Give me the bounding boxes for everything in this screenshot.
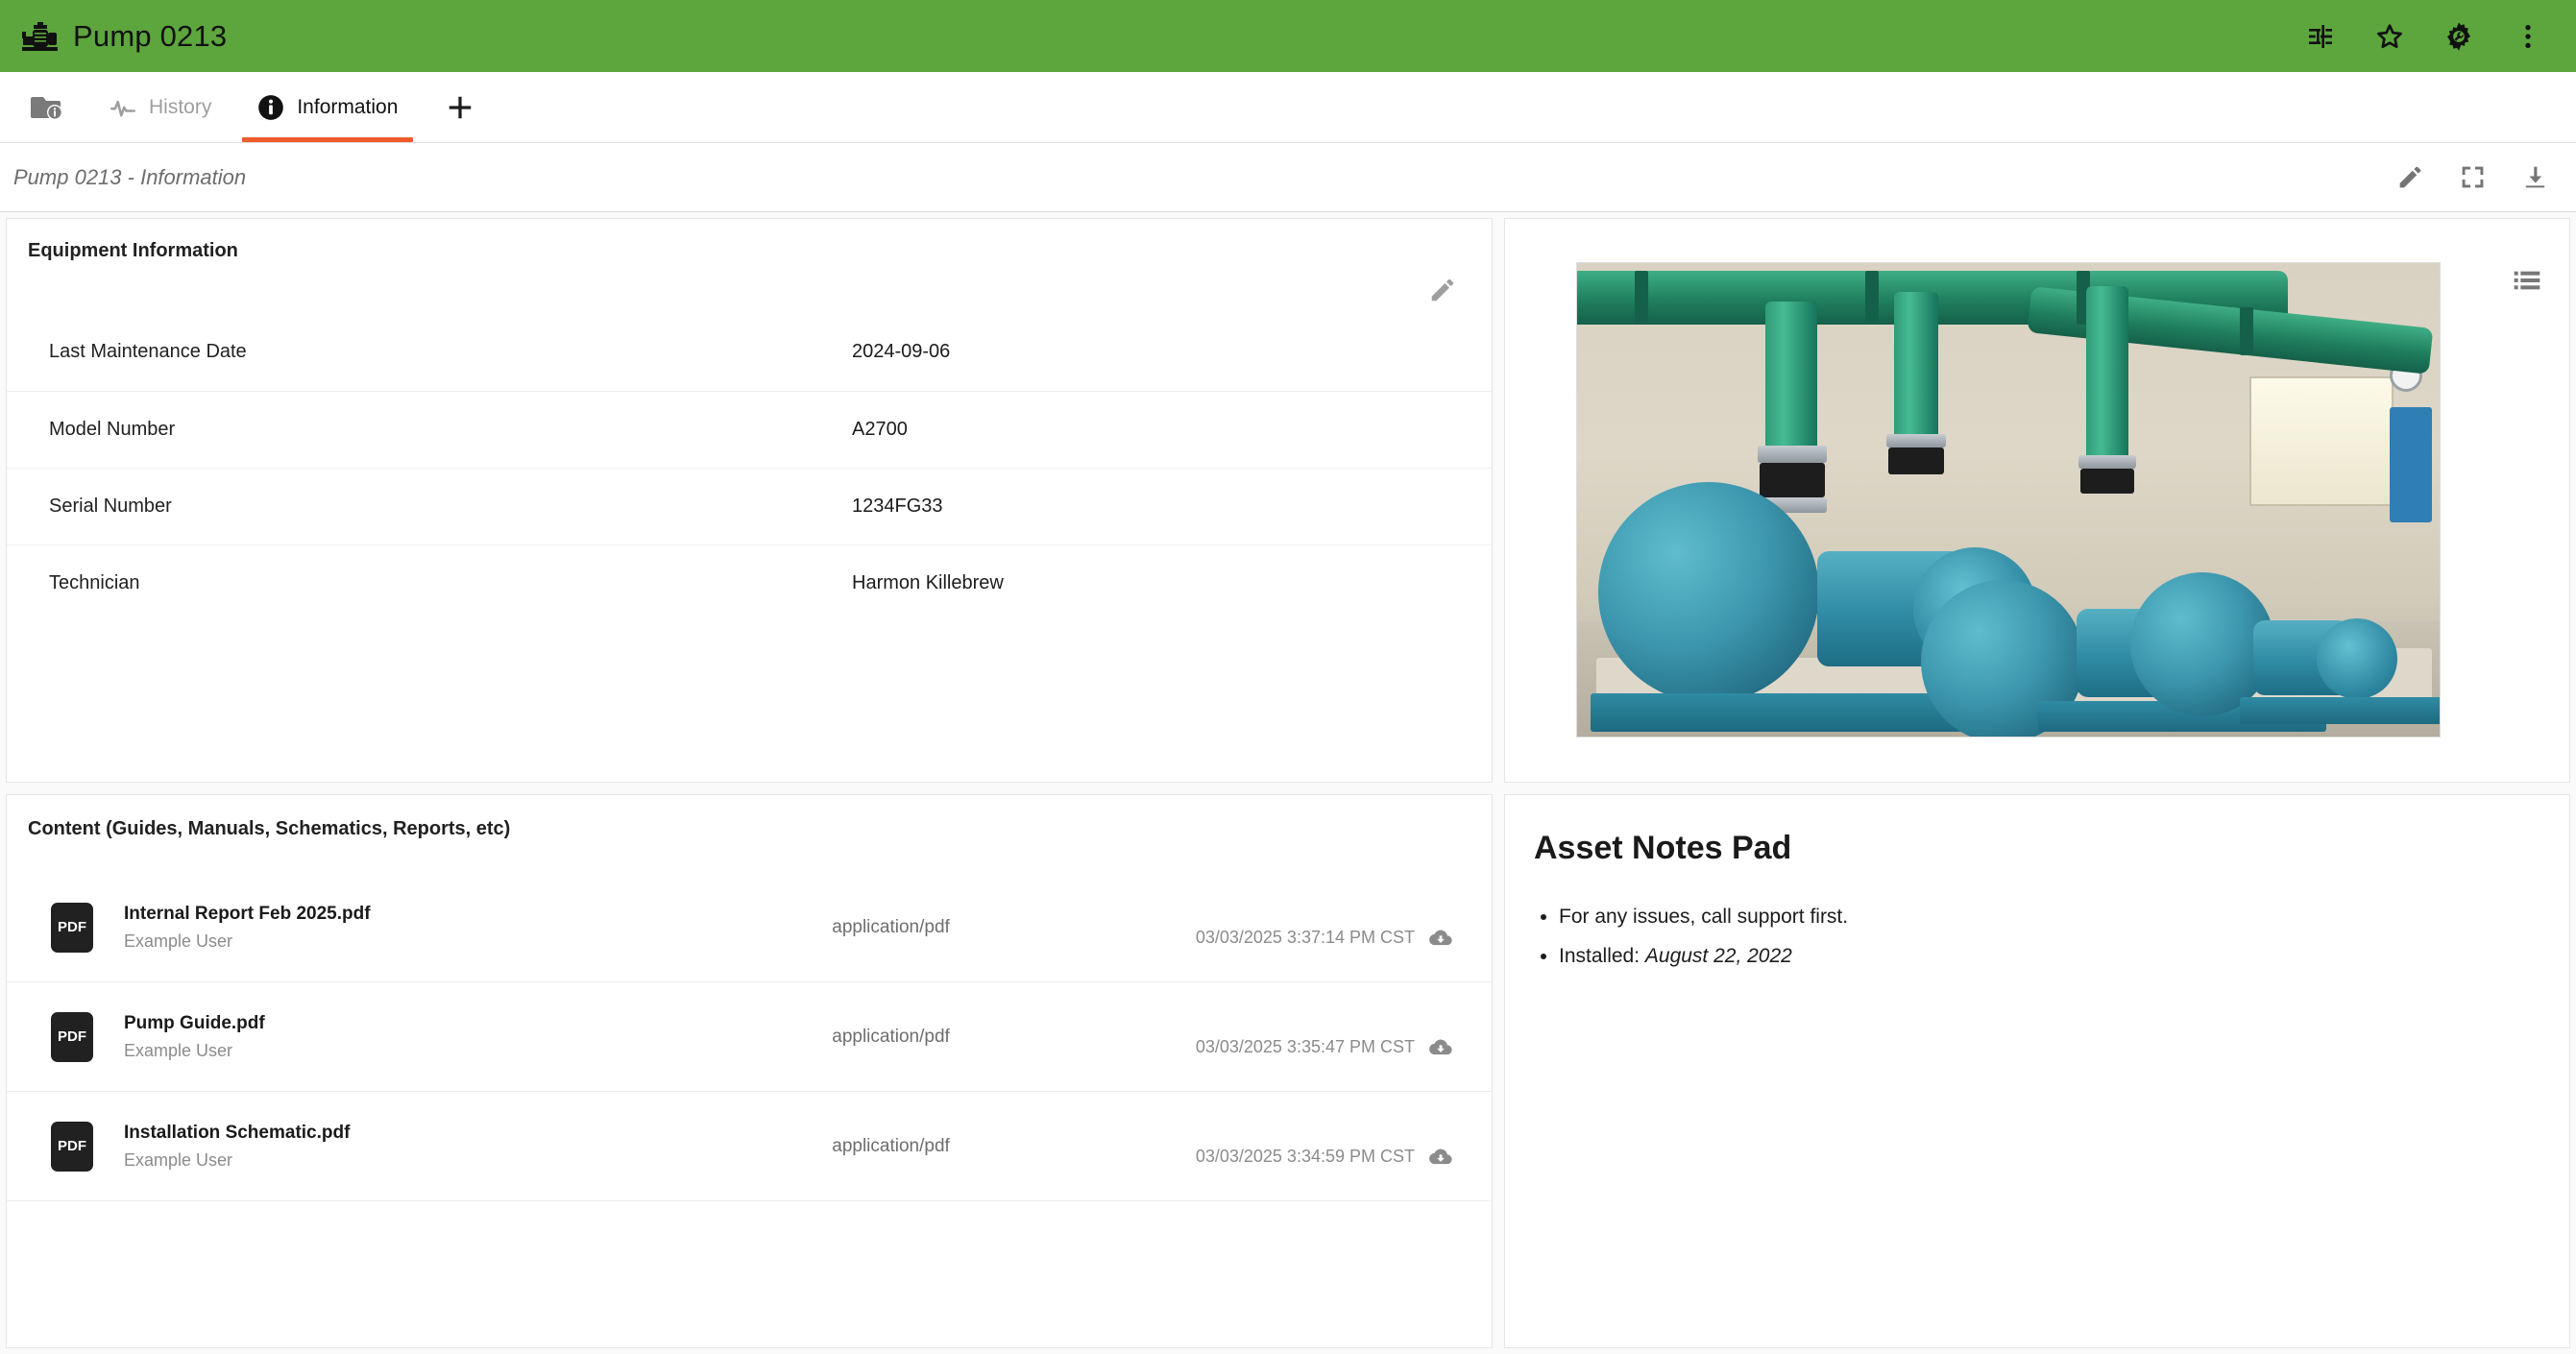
file-timestamp: 03/03/2025 3:37:14 PM CST: [1195, 928, 1415, 948]
field-value: Harmon Killebrew: [852, 571, 1004, 593]
pulse-icon: [110, 100, 135, 116]
cloud-download-icon[interactable]: [1428, 926, 1453, 951]
add-tab-button[interactable]: [421, 72, 499, 142]
file-name: Installation Schematic.pdf: [124, 1122, 351, 1143]
notes-list: For any issues, call support first. Inst…: [1559, 906, 2569, 966]
field-label: Model Number: [49, 418, 176, 440]
notes-title: Asset Notes Pad: [1534, 830, 1792, 867]
file-mime-type: application/pdf: [832, 916, 950, 937]
content-files-card: Content (Guides, Manuals, Schematics, Re…: [6, 794, 1493, 1348]
tab-history-label: History: [149, 95, 212, 118]
list-item[interactable]: PDF Internal Report Feb 2025.pdf Example…: [7, 873, 1492, 983]
table-row: Serial Number 1234FG33: [7, 468, 1492, 544]
tune-icon[interactable]: [2305, 21, 2336, 52]
download-icon[interactable]: [2521, 163, 2549, 191]
file-mime-type: application/pdf: [832, 1135, 950, 1156]
application-window: Pump 0213 History Information Pump 0213 …: [0, 0, 2576, 1354]
file-meta: Pump Guide.pdf Example User: [124, 1013, 832, 1061]
field-value: 1234FG33: [852, 495, 943, 517]
build-settings-icon[interactable]: [2443, 21, 2474, 52]
file-meta: Internal Report Feb 2025.pdf Example Use…: [124, 904, 832, 952]
list-item: Installed: August 22, 2022: [1559, 945, 2569, 967]
table-row: Technician Harmon Killebrew: [7, 544, 1492, 621]
table-row: Last Maintenance Date 2024-09-06: [7, 314, 1492, 391]
note-emphasis: August 22, 2022: [1644, 944, 1792, 967]
field-value: 2024-09-06: [852, 341, 951, 363]
asset-photo[interactable]: [1576, 262, 2441, 737]
app-title-group: Pump 0213: [21, 19, 227, 54]
equipment-edit-row: [7, 262, 1492, 314]
asset-image-card: [1504, 218, 2570, 784]
app-header-actions: [2305, 21, 2553, 52]
file-timestamp: 03/03/2025 3:34:59 PM CST: [1195, 1147, 1415, 1167]
breadcrumb: Pump 0213 - Information: [13, 164, 247, 189]
file-mime-type: application/pdf: [832, 1026, 950, 1047]
file-uploader: Example User: [124, 1149, 233, 1170]
list-item[interactable]: PDF Installation Schematic.pdf Example U…: [7, 1092, 1492, 1202]
star-icon[interactable]: [2374, 21, 2405, 52]
equipment-information-card: Equipment Information Last Maintenance D…: [6, 218, 1493, 784]
pdf-file-icon: PDF: [51, 1121, 93, 1172]
more-vert-icon[interactable]: [2513, 21, 2543, 52]
fullscreen-icon[interactable]: [2459, 163, 2487, 191]
folder-info-icon: [31, 96, 62, 120]
breadcrumb-bar: Pump 0213 - Information: [0, 143, 2576, 212]
file-uploader: Example User: [124, 1040, 233, 1060]
file-name: Internal Report Feb 2025.pdf: [124, 903, 371, 924]
file-uploader: Example User: [124, 931, 233, 951]
field-label: Technician: [49, 571, 140, 593]
info-circle-icon: [258, 94, 284, 120]
equipment-table: Last Maintenance Date 2024-09-06 Model N…: [7, 314, 1492, 621]
note-text: Installed:: [1559, 944, 1645, 967]
note-text: For any issues, call support first.: [1559, 906, 1849, 929]
field-label: Serial Number: [49, 495, 172, 517]
pump-icon: [22, 21, 58, 51]
table-row: Model Number A2700: [7, 391, 1492, 468]
folder-info-button[interactable]: [10, 72, 86, 142]
list-item[interactable]: PDF Pump Guide.pdf Example User applicat…: [7, 982, 1492, 1093]
asset-notes-card: Asset Notes Pad For any issues, call sup…: [1504, 794, 2570, 1348]
main-content: Equipment Information Last Maintenance D…: [0, 212, 2576, 1354]
file-actions: 03/03/2025 3:37:14 PM CST: [1196, 905, 1492, 951]
cloud-download-icon[interactable]: [1428, 1145, 1453, 1170]
cloud-download-icon[interactable]: [1428, 1035, 1453, 1060]
file-actions: 03/03/2025 3:34:59 PM CST: [1196, 1124, 1492, 1170]
tab-information[interactable]: Information: [234, 72, 421, 142]
plus-icon: [450, 96, 472, 118]
file-actions: 03/03/2025 3:35:47 PM CST: [1196, 1014, 1492, 1060]
edit-pencil-icon[interactable]: [2396, 163, 2424, 191]
tab-bar: History Information: [0, 72, 2576, 143]
file-timestamp: 03/03/2025 3:35:47 PM CST: [1195, 1037, 1415, 1057]
tab-history[interactable]: History: [86, 72, 234, 142]
file-list: PDF Internal Report Feb 2025.pdf Example…: [7, 873, 1492, 1202]
field-value: A2700: [852, 418, 908, 440]
page-title: Pump 0213: [73, 18, 228, 53]
list-view-icon[interactable]: [2512, 265, 2542, 296]
pdf-file-icon: PDF: [51, 1011, 93, 1062]
field-label: Last Maintenance Date: [49, 341, 247, 363]
edit-pencil-icon[interactable]: [1428, 276, 1457, 304]
content-heading: Content (Guides, Manuals, Schematics, Re…: [28, 818, 511, 840]
list-item: For any issues, call support first.: [1559, 906, 2569, 928]
breadcrumb-actions: [2396, 163, 2549, 191]
file-name: Pump Guide.pdf: [124, 1012, 265, 1033]
file-meta: Installation Schematic.pdf Example User: [124, 1123, 832, 1171]
pdf-file-icon: PDF: [51, 902, 93, 953]
tab-information-label: Information: [297, 95, 399, 118]
equipment-heading: Equipment Information: [28, 240, 238, 261]
app-header-bar: Pump 0213: [0, 0, 2576, 72]
